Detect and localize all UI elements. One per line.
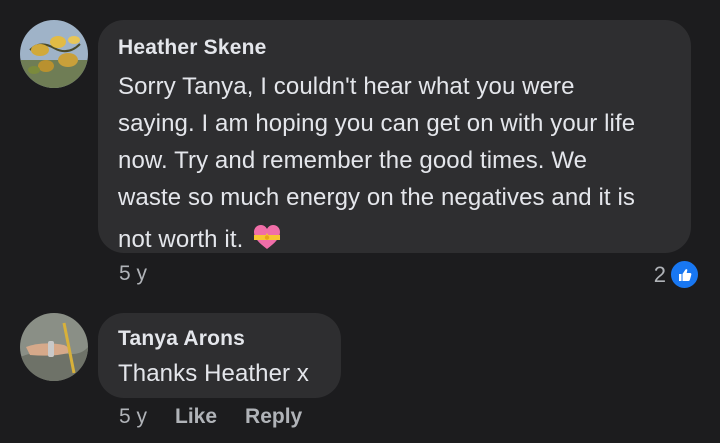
avatar-hand-with-bracelet-icon xyxy=(20,313,88,381)
comment-text: Thanks Heather x xyxy=(118,360,310,387)
timestamp[interactable]: 5 y xyxy=(119,405,147,429)
comment-meta: 5 y Like Reply xyxy=(119,405,330,429)
reaction-summary[interactable]: 2 xyxy=(654,259,700,290)
avatar-yellow-flowers-icon xyxy=(20,20,88,88)
reply-button[interactable]: Reply xyxy=(245,405,302,429)
comment-text: Sorry Tanya, I couldn't hear what you we… xyxy=(118,73,636,253)
comment-bubble: Tanya Arons Thanks Heather x xyxy=(98,313,341,398)
avatar[interactable] xyxy=(20,20,88,88)
avatar[interactable] xyxy=(20,313,88,381)
reaction-count: 2 xyxy=(653,261,666,287)
heart-with-ribbon-emoji-icon xyxy=(251,221,283,253)
comment-bubble: Heather Skene Sorry Tanya, I couldn't he… xyxy=(98,20,691,253)
like-icon xyxy=(669,259,700,290)
timestamp[interactable]: 5 y xyxy=(119,262,147,286)
like-button[interactable]: Like xyxy=(175,405,217,429)
comment-thread: Heather Skene Sorry Tanya, I couldn't he… xyxy=(0,0,720,443)
comment-meta: 5 y xyxy=(119,262,175,286)
comment-author[interactable]: Heather Skene xyxy=(118,36,671,60)
comment-author[interactable]: Tanya Arons xyxy=(118,327,321,351)
